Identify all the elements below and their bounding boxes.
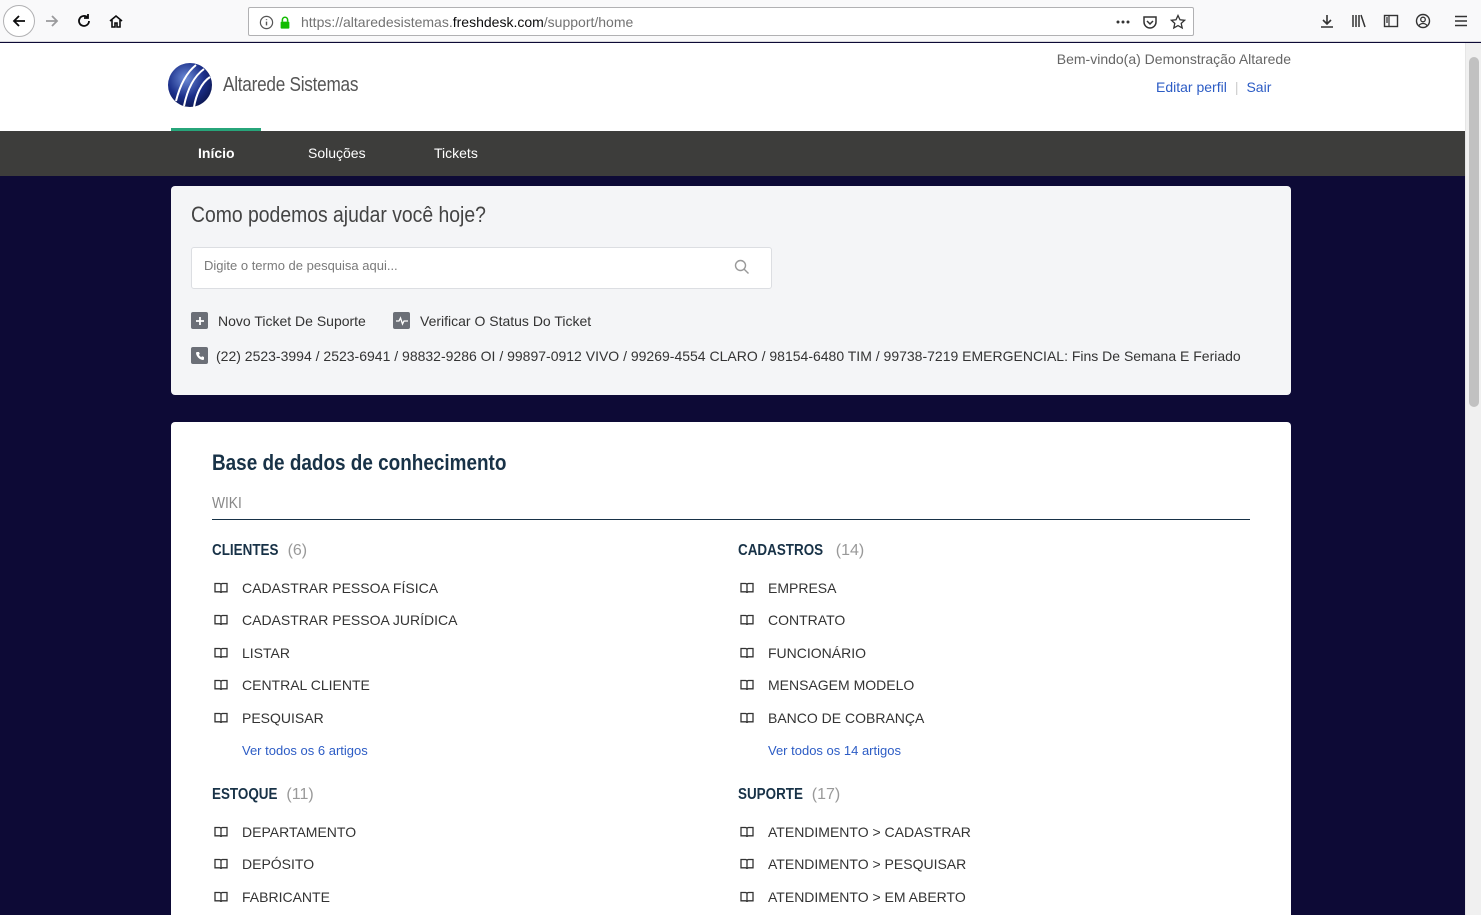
help-title: Como podemos ajudar você hoje? <box>191 202 486 227</box>
article-link[interactable]: DEPARTAMENTO <box>214 824 356 840</box>
article-link[interactable]: MENSAGEM MODELO <box>740 677 914 693</box>
back-button[interactable] <box>3 5 35 37</box>
url-text: https://altaredesistemas.freshdesk.com/s… <box>301 14 634 30</box>
new-ticket-link[interactable]: Novo Ticket De Suporte <box>191 312 366 329</box>
portal-header: Altarede Sistemas Bem-vindo(a) Demonstra… <box>0 43 1465 131</box>
scrollbar-thumb[interactable] <box>1469 57 1479 407</box>
lock-icon[interactable] <box>276 13 294 31</box>
category-suporte[interactable]: SUPORTE (17) <box>738 786 840 804</box>
forward-button[interactable] <box>37 6 67 36</box>
article-link[interactable]: CENTRAL CLIENTE <box>214 677 370 693</box>
arrow-right-icon <box>46 15 59 27</box>
article-link[interactable]: CADASTRAR PESSOA JURÍDICA <box>214 612 458 628</box>
see-all-articles-link[interactable]: Ver todos os 14 artigos <box>768 743 901 758</box>
phone-numbers: (22) 2523-3994 / 2523-6941 / 98832-9286 … <box>216 347 1241 364</box>
book-icon <box>214 679 228 691</box>
book-icon <box>214 614 228 626</box>
plus-icon <box>191 312 208 329</box>
book-icon <box>214 826 228 838</box>
menu-icon[interactable] <box>1449 9 1473 33</box>
separator: | <box>1234 79 1239 95</box>
page-viewport: Altarede Sistemas Bem-vindo(a) Demonstra… <box>0 43 1465 915</box>
book-icon <box>740 858 754 870</box>
search-box <box>191 247 772 289</box>
reload-icon <box>78 14 90 27</box>
address-bar[interactable]: https://altaredesistemas.freshdesk.com/s… <box>248 7 1194 36</box>
pocket-icon[interactable] <box>1141 13 1159 31</box>
book-icon <box>740 712 754 724</box>
article-link[interactable]: ATENDIMENTO > CADASTRAR <box>740 824 971 840</box>
book-icon <box>214 582 228 594</box>
nav-tickets[interactable]: Tickets <box>434 145 478 161</box>
check-status-link[interactable]: Verificar O Status Do Ticket <box>393 312 591 329</box>
book-icon <box>740 891 754 903</box>
search-icon[interactable] <box>733 258 751 276</box>
phone-info: (22) 2523-3994 / 2523-6941 / 98832-9286 … <box>191 347 1241 364</box>
book-icon <box>214 647 228 659</box>
book-icon <box>214 712 228 724</box>
browser-toolbar: https://altaredesistemas.freshdesk.com/s… <box>0 0 1481 42</box>
arrow-left-icon <box>12 15 25 27</box>
nav-solutions[interactable]: Soluções <box>308 145 366 161</box>
article-link[interactable]: ATENDIMENTO > PESQUISAR <box>740 856 966 872</box>
category-cadastros[interactable]: CADASTROS (14) <box>738 542 864 560</box>
kb-title: Base de dados de conhecimento <box>212 450 507 475</box>
new-ticket-label: Novo Ticket De Suporte <box>218 312 366 329</box>
account-icon[interactable] <box>1411 9 1435 33</box>
article-link[interactable]: EMPRESA <box>740 580 836 596</box>
page-scrollbar[interactable] <box>1465 43 1481 915</box>
book-icon <box>740 614 754 626</box>
home-icon <box>109 14 123 28</box>
logo[interactable] <box>166 61 214 109</box>
help-panel: Como podemos ajudar você hoje? Novo Tick… <box>171 186 1291 395</box>
more-actions-icon[interactable] <box>1114 13 1132 31</box>
article-link[interactable]: PESQUISAR <box>214 710 324 726</box>
welcome-text: Bem-vindo(a) Demonstração Altarede <box>1056 51 1291 67</box>
edit-profile-link[interactable]: Editar perfil <box>1156 79 1227 95</box>
article-link[interactable]: FUNCIONÁRIO <box>740 645 866 661</box>
knowledge-base-panel: Base de dados de conhecimento WIKI CLIEN… <box>171 422 1291 915</box>
check-status-label: Verificar O Status Do Ticket <box>420 312 592 329</box>
pulse-icon <box>393 312 410 329</box>
info-icon[interactable] <box>257 13 275 31</box>
book-icon <box>740 826 754 838</box>
book-icon <box>740 679 754 691</box>
main-nav: Início Soluções Tickets <box>0 131 1465 176</box>
article-link[interactable]: DEPÓSITO <box>214 856 314 872</box>
article-link[interactable]: LISTAR <box>214 645 290 661</box>
article-link[interactable]: FABRICANTE <box>214 889 330 905</box>
phone-icon <box>191 347 208 364</box>
article-link[interactable]: CADASTRAR PESSOA FÍSICA <box>214 580 438 596</box>
search-input[interactable] <box>204 258 704 273</box>
kb-section-header: WIKI <box>212 495 1250 520</box>
home-button[interactable] <box>101 6 131 36</box>
article-link[interactable]: ATENDIMENTO > EM ABERTO <box>740 889 966 905</box>
globe-logo-icon <box>168 63 212 108</box>
book-icon <box>740 582 754 594</box>
bookmark-star-icon[interactable] <box>1169 13 1187 31</box>
reload-button[interactable] <box>69 6 99 36</box>
category-estoque[interactable]: ESTOQUE (11) <box>212 786 314 804</box>
downloads-icon[interactable] <box>1315 9 1339 33</box>
article-link[interactable]: BANCO DE COBRANÇA <box>740 710 924 726</box>
nav-home[interactable]: Início <box>198 145 235 161</box>
book-icon <box>214 858 228 870</box>
sidebar-icon[interactable] <box>1379 9 1403 33</box>
book-icon <box>740 647 754 659</box>
see-all-articles-link[interactable]: Ver todos os 6 artigos <box>242 743 368 758</box>
article-link[interactable]: CONTRATO <box>740 612 845 628</box>
category-clientes[interactable]: CLIENTES (6) <box>212 542 307 560</box>
user-links: Editar perfil | Sair <box>1156 79 1271 95</box>
library-icon[interactable] <box>1347 9 1371 33</box>
book-icon <box>214 891 228 903</box>
logout-link[interactable]: Sair <box>1246 79 1271 95</box>
brand-name[interactable]: Altarede Sistemas <box>223 74 358 97</box>
